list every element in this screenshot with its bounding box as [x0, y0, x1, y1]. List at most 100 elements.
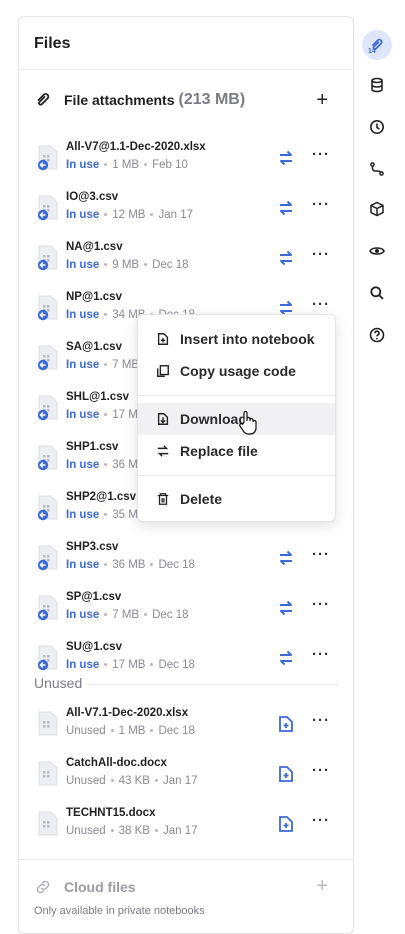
separator-dot: [144, 613, 148, 617]
menu-divider: [138, 475, 335, 476]
rail-history-button[interactable]: [362, 112, 392, 142]
separator-dot: [104, 563, 108, 567]
separator-dot: [104, 613, 108, 617]
more-options-button[interactable]: ···: [312, 546, 330, 563]
file-name: All-V7@1.1-Dec-2020.xlsx: [66, 141, 206, 153]
rail-database-button[interactable]: [362, 70, 392, 100]
file-size: 38 KB: [118, 825, 150, 837]
file-status: Unused: [66, 725, 106, 737]
menu-replace-file[interactable]: Replace file: [138, 435, 335, 467]
file-icon: [38, 761, 58, 786]
file-status: In use: [66, 659, 100, 671]
file-status: In use: [66, 159, 100, 171]
file-size: 7 MB: [112, 609, 140, 621]
more-options-button[interactable]: ···: [312, 596, 330, 613]
separator-dot: [150, 563, 154, 567]
file-date: Jan 17: [158, 209, 194, 221]
more-options-button[interactable]: ···: [312, 196, 330, 213]
rail-preview-button[interactable]: [362, 236, 392, 266]
menu-insert-into-notebook[interactable]: Insert into notebook: [138, 323, 335, 355]
separator-dot: [104, 513, 108, 517]
rail-packages-button[interactable]: [362, 194, 392, 224]
file-row[interactable]: All-V7@1.1-Dec-2020.xlsx In use 1 MB Feb 10…: [34, 137, 338, 187]
more-options-button[interactable]: ···: [312, 146, 330, 163]
file-row[interactable]: All-V7.1-Dec-2020.xlsx Unused 1 MB Dec 18 ··…: [34, 703, 338, 753]
menu-item-label: Insert into notebook: [180, 331, 315, 347]
separator-dot: [104, 463, 108, 467]
menu-download[interactable]: Download: [138, 403, 335, 435]
file-date: Feb 10: [152, 159, 188, 171]
rail-search-button[interactable]: [362, 278, 392, 308]
file-date: Dec 18: [152, 609, 189, 621]
file-size: 43 KB: [118, 775, 150, 787]
menu-delete[interactable]: Delete: [138, 483, 335, 515]
separator-dot: [150, 663, 154, 667]
file-meta: In use 17 MB: [66, 409, 145, 421]
file-size: 9 MB: [112, 259, 140, 271]
more-options-button[interactable]: ···: [312, 646, 330, 663]
file-name: NA@1.csv: [66, 241, 123, 253]
file-icon: [37, 245, 58, 271]
file-row[interactable]: IO@3.csv In use 12 MB Jan 17 ···: [34, 187, 338, 237]
add-cloud-file-button[interactable]: +: [316, 875, 328, 898]
rail-help-button[interactable]: [362, 320, 392, 350]
file-meta: In use 17 MB Dec 18: [66, 659, 195, 671]
file-icon: [37, 495, 58, 521]
database-icon: [371, 77, 383, 93]
file-status: In use: [66, 409, 100, 421]
more-options-button[interactable]: ···: [312, 762, 330, 779]
help-icon: [369, 327, 385, 343]
header-divider: [19, 69, 353, 70]
more-options-button[interactable]: ···: [312, 296, 330, 313]
file-row[interactable]: NA@1.csv In use 9 MB Dec 18 ···: [34, 237, 338, 287]
separator-dot: [104, 313, 108, 317]
more-options-button[interactable]: ···: [312, 712, 330, 729]
file-size: 12 MB: [112, 209, 146, 221]
cloud-files-note: Only available in private notebooks: [34, 905, 205, 917]
separator-dot: [104, 363, 108, 367]
add-attachment-button[interactable]: +: [316, 90, 328, 110]
more-options-button[interactable]: ···: [312, 812, 330, 829]
file-row[interactable]: CatchAll-doc.docx Unused 43 KB Jan 17 ···: [34, 753, 338, 803]
menu-item-label: Copy usage code: [180, 363, 296, 379]
sync-file-icon[interactable]: [277, 549, 295, 567]
file-size: 17 MB: [112, 659, 146, 671]
attachments-title: File attachments: [64, 92, 175, 108]
sync-file-icon[interactable]: [277, 149, 295, 167]
rail-git-button[interactable]: [362, 154, 392, 184]
file-meta: In use 35 MB: [66, 509, 145, 521]
file-icon: [37, 545, 58, 571]
eye-icon: [369, 247, 385, 255]
separator-dot: [150, 729, 154, 733]
sync-file-icon[interactable]: [277, 249, 295, 267]
cloud-files-title: Cloud files: [64, 878, 136, 895]
file-row[interactable]: TECHNT15.docx Unused 38 KB Jan 17 ···: [34, 803, 338, 853]
hand-cursor-icon: [239, 410, 257, 435]
insert-file-icon[interactable]: [277, 815, 295, 833]
file-size: 1 MB: [118, 725, 146, 737]
menu-copy-usage-code[interactable]: Copy usage code: [138, 355, 335, 387]
sync-file-icon[interactable]: [277, 199, 295, 217]
rail-files-button[interactable]: 14: [362, 30, 392, 60]
file-date: Dec 18: [158, 659, 195, 671]
menu-divider: [138, 395, 335, 396]
separator-dot: [144, 263, 148, 267]
file-name: SHL@1.csv: [66, 391, 129, 403]
link-icon: [36, 880, 50, 893]
insert-file-icon[interactable]: [277, 715, 295, 733]
file-name: All-V7.1-Dec-2020.xlsx: [66, 707, 189, 719]
file-meta: Unused 43 KB Jan 17: [66, 775, 198, 787]
file-status: In use: [66, 559, 100, 571]
insert-file-icon[interactable]: [277, 765, 295, 783]
sync-file-icon[interactable]: [277, 599, 295, 617]
file-row[interactable]: SHP3.csv In use 36 MB Dec 18 ···: [34, 537, 338, 587]
file-meta: Unused 1 MB Dec 18: [66, 725, 195, 737]
paperclip-icon: [37, 93, 50, 106]
more-options-button[interactable]: ···: [312, 246, 330, 263]
file-row[interactable]: SP@1.csv In use 7 MB Dec 18 ···: [34, 587, 338, 637]
file-icon: [37, 445, 58, 471]
file-name: SA@1.csv: [66, 341, 122, 353]
separator-dot: [104, 663, 108, 667]
sync-file-icon[interactable]: [277, 649, 295, 667]
cloud-files-header: Cloud files +: [34, 875, 338, 898]
